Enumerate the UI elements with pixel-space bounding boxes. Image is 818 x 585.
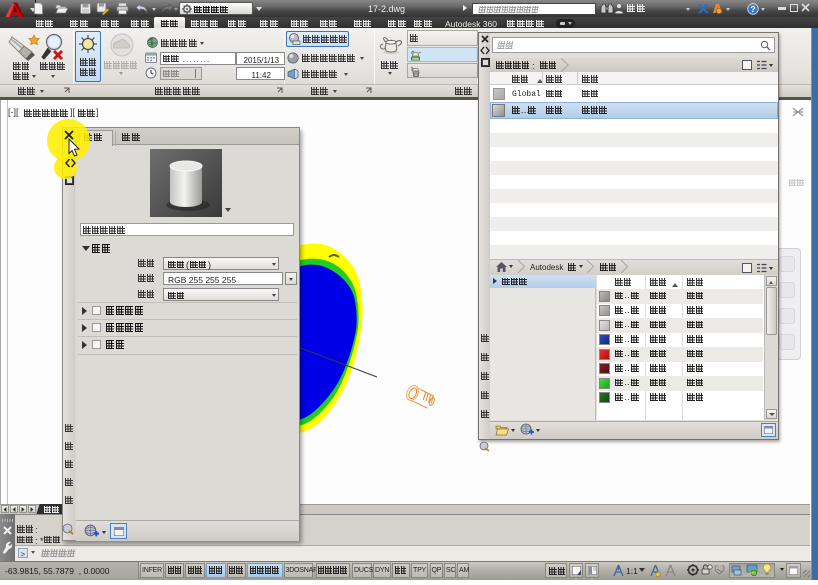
- svg-text:?: ?: [750, 4, 755, 14]
